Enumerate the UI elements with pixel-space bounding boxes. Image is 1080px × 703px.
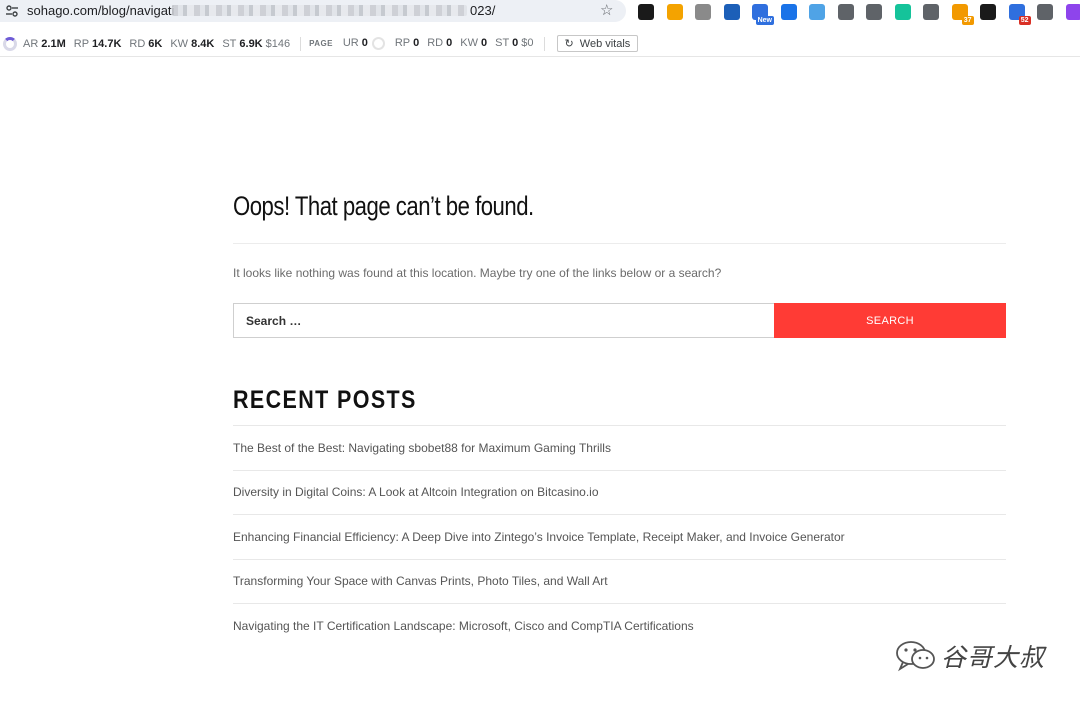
divider: [543, 36, 545, 51]
web-vitals-label: Web vitals: [579, 37, 631, 50]
not-found-notice: It looks like nothing was found at this …: [233, 266, 722, 280]
new-extension-icon[interactable]: New: [752, 4, 774, 25]
recent-post-link[interactable]: Diversity in Digital Coins: A Look at Al…: [233, 485, 599, 499]
metric-price: $146: [265, 37, 291, 50]
refresh-icon: ↻: [564, 38, 574, 50]
web-vitals-button[interactable]: ↻ Web vitals: [556, 35, 639, 52]
metric-value: 8.4K: [191, 37, 215, 50]
metric-label: KW: [460, 37, 478, 49]
extension-badge: 52: [1018, 16, 1031, 25]
download-icon[interactable]: [837, 4, 854, 20]
metric-ar[interactable]: AR 2.1M: [23, 38, 66, 50]
watermark: 谷哥大叔: [895, 636, 1045, 676]
metric-rp[interactable]: RP 14.7K: [74, 38, 122, 50]
metric-rd[interactable]: RD 0: [427, 37, 452, 50]
metric-label: UR: [342, 37, 359, 49]
bookmark-star-icon[interactable]: ☆: [600, 2, 613, 20]
metric-label: ST: [222, 37, 237, 50]
metric-value: 14.7K: [92, 37, 122, 50]
react-atom-icon[interactable]: [809, 4, 825, 20]
site-metrics: AR 2.1M RP 14.7K RD 6K KW 8.4K ST 6.9K $146: [23, 38, 298, 50]
metric-st[interactable]: ST 6.9K $146: [222, 38, 290, 50]
metric-value: 2.1M: [41, 37, 66, 50]
recent-post-link[interactable]: Enhancing Financial Efficiency: A Deep D…: [233, 530, 845, 544]
list-item: Transforming Your Space with Canvas Prin…: [233, 558, 1006, 604]
metric-label: RD: [129, 37, 146, 50]
page-metrics: UR 0 RP 0 RD 0 KW 0 ST 0 $0: [343, 37, 542, 50]
save-tray-icon[interactable]: [866, 4, 882, 20]
page-title: Oops! That page can’t be found.: [233, 191, 534, 221]
bookmark-arrow-icon[interactable]: [638, 4, 654, 20]
site-settings-icon[interactable]: [5, 4, 19, 18]
list-item: Diversity in Digital Coins: A Look at Al…: [233, 469, 1006, 515]
metric-kw[interactable]: KW 8.4K: [170, 38, 214, 50]
recent-post-link[interactable]: Transforming Your Space with Canvas Prin…: [233, 574, 608, 588]
metric-label: ST: [495, 37, 510, 49]
address-bar[interactable]: sohago.com/blog/navigati 023/ ☆: [0, 0, 626, 22]
url-redacted: [172, 5, 467, 16]
wechat-icon: [896, 641, 935, 672]
metric-label: RP: [394, 37, 411, 49]
extension-badge: 37: [961, 16, 974, 25]
url-suffix[interactable]: 023/: [470, 3, 495, 18]
main-content: Oops! That page can’t be found. It looks…: [233, 186, 1006, 648]
browser-toolbar: sohago.com/blog/navigati 023/ ☆ New 37 52: [0, 0, 1080, 26]
sparkle-icon[interactable]: [1065, 4, 1080, 20]
metric-ur[interactable]: UR 0: [343, 37, 368, 50]
divider: [300, 36, 302, 51]
metric-label: RP: [73, 37, 90, 50]
search-form: SEARCH: [233, 303, 1006, 338]
watermark-text: 谷哥大叔: [941, 643, 1046, 672]
metric-value: 0: [413, 37, 420, 49]
metric-value: 6K: [148, 37, 163, 50]
seo-toolbar: AR 2.1M RP 14.7K RD 6K KW 8.4K ST 6.9K $146 PAGE U…: [0, 30, 1080, 57]
metric-label: AR: [23, 37, 39, 50]
metric-value: 0: [446, 37, 453, 49]
extensions-bar: New 37 52: [638, 3, 1080, 25]
circle-arrow-icon[interactable]: [780, 4, 797, 20]
metric-st[interactable]: ST 0 $0: [495, 37, 533, 50]
metric-kw[interactable]: KW 0: [460, 37, 487, 50]
metric-label: KW: [170, 37, 189, 50]
list-item: Enhancing Financial Efficiency: A Deep D…: [233, 514, 1006, 559]
grammarly-icon[interactable]: [894, 4, 911, 20]
title-divider: [233, 243, 1006, 244]
metric-value: 0: [480, 37, 488, 49]
metric-label: RD: [427, 37, 444, 49]
search-button[interactable]: SEARCH: [774, 303, 1006, 338]
list-item: The Best of the Best: Navigating sbobet8…: [233, 425, 1006, 470]
metric-value: 0: [361, 37, 368, 49]
page-tag: PAGE: [309, 39, 333, 48]
search-input[interactable]: [233, 303, 774, 338]
list-item: Navigating the IT Certification Landscap…: [233, 603, 1006, 648]
recent-posts-heading: RECENT POSTS: [233, 386, 417, 414]
metric-value: 0: [512, 37, 519, 49]
eye-icon[interactable]: [1037, 4, 1053, 20]
ur-ring-icon: [371, 37, 385, 50]
metric-rp[interactable]: RP 0: [395, 37, 419, 50]
counter-icon[interactable]: 37: [951, 4, 974, 25]
stats-icon[interactable]: 52: [1008, 4, 1031, 25]
recent-posts-list: The Best of the Best: Navigating sbobet8…: [233, 425, 1006, 648]
recent-post-link[interactable]: The Best of the Best: Navigating sbobet8…: [233, 441, 611, 455]
document-icon[interactable]: [695, 4, 711, 20]
sun-badge-icon[interactable]: [666, 4, 683, 20]
puzzle-red-icon[interactable]: [723, 4, 740, 20]
extension-badge: New: [755, 16, 774, 25]
ahrefs-ring-icon: [3, 36, 17, 51]
recent-post-link[interactable]: Navigating the IT Certification Landscap…: [233, 619, 694, 633]
trash-icon[interactable]: [923, 4, 939, 20]
metric-value: 6.9K: [239, 37, 263, 50]
envelope-icon[interactable]: [980, 4, 996, 20]
url-text[interactable]: sohago.com/blog/navigati: [27, 3, 174, 18]
metric-price: $0: [521, 37, 534, 49]
metric-rd[interactable]: RD 6K: [129, 38, 162, 50]
